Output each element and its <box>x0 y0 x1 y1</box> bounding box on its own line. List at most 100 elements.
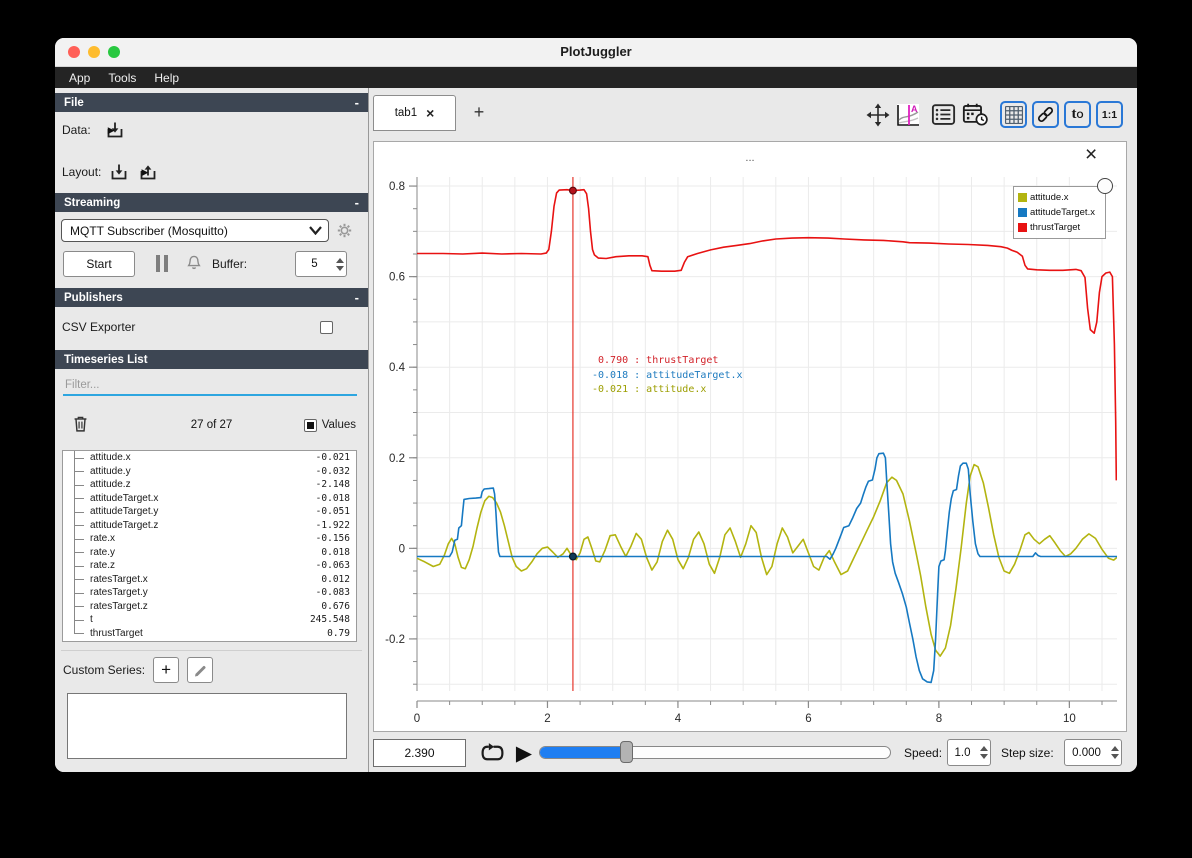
plot-widget[interactable]: -0.2 0 0.2 0.4 0.6 0.8 0 2 4 6 8 10 ... × attitude.… <box>373 141 1127 732</box>
timeseries-row[interactable]: attitudeTarget.y -0.051 <box>63 505 356 519</box>
timeseries-name[interactable]: rate.z <box>90 560 316 571</box>
time-offset-icon[interactable]: tO <box>1064 101 1091 128</box>
timeseries-row[interactable]: attitude.x -0.021 <box>63 451 356 465</box>
ratio-1-1-icon[interactable]: 1:1 <box>1096 101 1123 128</box>
timeseries-value: -0.083 <box>315 587 350 599</box>
playback-slider[interactable] <box>539 741 891 763</box>
step-size-spinbox[interactable]: 0.000 <box>1064 739 1122 766</box>
start-button-label: Start <box>86 257 112 271</box>
timeseries-name[interactable]: attitudeTarget.z <box>90 520 316 531</box>
playback-time-field[interactable]: 2.390 <box>373 739 466 767</box>
timeseries-row[interactable]: attitudeTarget.x -0.018 <box>63 491 356 506</box>
speed-spinbox[interactable]: 1.0 <box>947 739 991 766</box>
timeseries-value: -2.148 <box>315 479 350 491</box>
notifications-bell-icon[interactable] <box>185 254 203 272</box>
timeseries-name[interactable]: thrustTarget <box>90 628 327 639</box>
timeseries-name[interactable]: attitude.x <box>90 452 316 463</box>
streaming-source-select[interactable]: MQTT Subscriber (Mosquitto) <box>61 219 329 242</box>
timeseries-row[interactable]: ratesTarget.x 0.012 <box>63 572 356 587</box>
collapse-icon[interactable]: - <box>355 195 359 210</box>
buffer-spinbox[interactable]: 5 <box>295 251 347 277</box>
timeseries-row[interactable]: rate.z -0.063 <box>63 559 356 573</box>
menu-help[interactable]: Help <box>145 67 188 89</box>
filter-input[interactable] <box>63 376 357 396</box>
timeseries-name[interactable]: attitude.y <box>90 466 316 477</box>
timeseries-value: -0.156 <box>315 533 350 545</box>
play-button[interactable]: ▶ <box>513 739 535 767</box>
legend-row[interactable]: attitude.x <box>1018 190 1101 205</box>
datetime-icon[interactable] <box>962 101 989 128</box>
tab-close-icon[interactable]: × <box>426 106 434 120</box>
edit-custom-series-button[interactable] <box>187 657 214 683</box>
cursor-tooltip-line: 0.790 : thrustTarget <box>592 355 719 366</box>
timeseries-row[interactable]: rate.x -0.156 <box>63 532 356 546</box>
timeseries-name[interactable]: rate.y <box>90 547 321 558</box>
timeseries-name[interactable]: rate.x <box>90 533 316 544</box>
new-tab-button[interactable]: + <box>468 101 490 123</box>
legend-swatch-icon <box>1018 193 1027 202</box>
plot-close-icon[interactable]: × <box>1085 144 1097 165</box>
timeseries-value: 245.548 <box>309 614 350 626</box>
spin-arrows[interactable] <box>1108 740 1121 765</box>
cursor-tooltip-line: -0.021 : attitude.x <box>592 384 707 395</box>
file-section-header[interactable]: File - <box>55 93 368 112</box>
timeseries-list[interactable]: attitude.x -0.021 attitude.y -0.032 attitude… <box>62 450 357 642</box>
publishers-section-title: Publishers <box>64 291 123 304</box>
timeseries-name[interactable]: attitude.z <box>90 479 316 490</box>
timeseries-section-header[interactable]: Timeseries List <box>55 350 368 369</box>
values-toggle[interactable]: Values <box>303 417 356 433</box>
legend-label: attitude.x <box>1030 192 1069 203</box>
legend-drag-handle[interactable] <box>1097 178 1113 194</box>
timeseries-name[interactable]: attitudeTarget.y <box>90 506 316 517</box>
load-layout-icon[interactable] <box>109 162 129 182</box>
streaming-settings-gear-icon[interactable] <box>336 222 353 239</box>
menu-tools[interactable]: Tools <box>99 67 145 89</box>
timeseries-row[interactable]: rate.y 0.018 <box>63 545 356 560</box>
streaming-section-header[interactable]: Streaming - <box>55 193 368 212</box>
timeseries-row[interactable]: attitudeTarget.z -1.922 <box>63 518 356 533</box>
publishers-section-header[interactable]: Publishers - <box>55 288 368 307</box>
add-custom-series-button[interactable]: + <box>153 657 180 683</box>
slider-handle[interactable] <box>620 741 633 763</box>
grid-layout-icon[interactable] <box>1000 101 1027 128</box>
legend-row[interactable]: attitudeTarget.x <box>1018 205 1101 220</box>
legend-move-icon[interactable] <box>864 101 891 128</box>
timeseries-row[interactable]: thrustTarget 0.79 <box>63 626 356 641</box>
csv-exporter-checkbox[interactable] <box>320 320 333 334</box>
timeseries-name[interactable]: ratesTarget.z <box>90 601 321 612</box>
svg-text:6: 6 <box>805 713 811 725</box>
timeseries-row[interactable]: t 245.548 <box>63 613 356 627</box>
custom-series-list[interactable] <box>67 693 347 759</box>
spin-arrows[interactable] <box>977 740 990 765</box>
plot-legend[interactable]: attitude.x attitudeTarget.x thrustTarget <box>1013 186 1106 239</box>
values-label: Values <box>321 419 356 431</box>
app-window: PlotJuggler App Tools Help File - Data: … <box>55 38 1137 772</box>
timeseries-row[interactable]: attitude.z -2.148 <box>63 478 356 492</box>
timeseries-name[interactable]: ratesTarget.x <box>90 574 321 585</box>
legend-row[interactable]: thrustTarget <box>1018 220 1101 235</box>
curve-list-icon[interactable] <box>930 101 957 128</box>
layout-menu-arrow-icon[interactable]: ▶ <box>141 167 148 178</box>
menu-app[interactable]: App <box>60 67 99 89</box>
layout-label: Layout: <box>62 165 102 179</box>
timeseries-name[interactable]: ratesTarget.y <box>90 587 316 598</box>
collapse-icon[interactable]: - <box>355 290 359 305</box>
data-menu-arrow-icon[interactable]: ▶ <box>108 125 115 136</box>
start-button[interactable]: Start <box>63 251 135 277</box>
loop-icon[interactable] <box>479 739 505 767</box>
timeseries-row[interactable]: ratesTarget.y -0.083 <box>63 586 356 600</box>
legend-swatch-icon <box>1018 223 1027 232</box>
timeseries-row[interactable]: attitude.y -0.032 <box>63 464 356 479</box>
timeseries-name[interactable]: t <box>90 614 310 625</box>
pause-icon[interactable] <box>156 255 168 272</box>
timeseries-name[interactable]: attitudeTarget.x <box>90 493 316 504</box>
svg-text:0.4: 0.4 <box>389 362 406 374</box>
tab-tab1[interactable]: tab1 × <box>373 95 456 131</box>
collapse-icon[interactable]: - <box>355 95 359 110</box>
timeseries-value: -0.018 <box>315 492 350 504</box>
link-ranges-icon[interactable] <box>1032 101 1059 128</box>
values-checkbox[interactable] <box>303 418 317 432</box>
font-size-icon[interactable]: A <box>894 101 921 128</box>
spin-arrows[interactable] <box>333 252 346 276</box>
timeseries-row[interactable]: ratesTarget.z 0.676 <box>63 599 356 614</box>
